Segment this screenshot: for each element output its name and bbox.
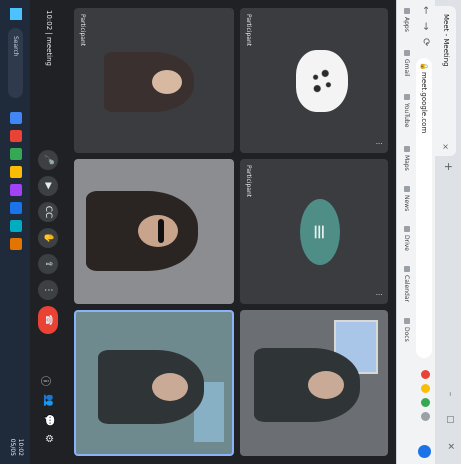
bookmark-item[interactable]: Drive	[403, 226, 410, 251]
bookmark-item[interactable]: Docs	[403, 318, 410, 342]
bookmark-item[interactable]: Calendar	[403, 266, 410, 302]
forward-icon[interactable]: →	[420, 22, 431, 30]
tab-bar: Meet - Meeting × + – ▢ ✕	[435, 0, 461, 464]
address-bar[interactable]: 🔒 meet.google.com	[416, 58, 432, 358]
extension-icon[interactable]	[421, 412, 430, 421]
participant-tile[interactable]: ⋮ Participant	[240, 8, 388, 153]
extension-icon[interactable]	[421, 384, 430, 393]
participant-video	[98, 350, 204, 424]
meeting-info: 10:02 | meeting	[45, 10, 53, 66]
browser-toolbar: ← → ⟳ 🔒 meet.google.com	[413, 0, 435, 464]
bookmark-item[interactable]: Maps	[403, 146, 410, 171]
mic-button[interactable]: 🎤	[38, 150, 58, 170]
people-icon[interactable]: 👥	[43, 394, 54, 406]
hangup-button[interactable]: ☎	[38, 306, 58, 334]
call-controls: 10:02 | meeting 🎤 ▶ CC ✋ ⇪ ⋮ ☎ ⓘ 👥 💬 ⚙	[30, 0, 66, 464]
extension-icon[interactable]	[421, 370, 430, 379]
initials-avatar	[300, 199, 340, 265]
window-controls[interactable]: – ▢ ✕	[445, 392, 455, 458]
chat-icon[interactable]: 💬	[43, 414, 54, 426]
os-taskbar: Search 10:02 05/05	[0, 0, 30, 464]
bookmark-item[interactable]: News	[403, 186, 410, 211]
info-icon[interactable]: ⓘ	[39, 376, 54, 386]
clock-date: 05/05	[9, 438, 16, 456]
present-button[interactable]: ⇪	[38, 254, 58, 274]
activities-icon[interactable]: ⚙	[43, 434, 54, 443]
bookmark-item[interactable]: YouTube	[403, 94, 410, 127]
taskbar-app-icon[interactable]	[10, 184, 22, 196]
participant-video	[86, 191, 198, 271]
active-speaker-tile[interactable]	[74, 310, 234, 456]
profile-avatar[interactable]	[418, 445, 431, 458]
lock-icon: 🔒	[420, 62, 428, 71]
browser-tab[interactable]: Meet - Meeting ×	[435, 6, 456, 156]
taskbar-app-icon[interactable]	[10, 130, 22, 142]
tab-title: Meet - Meeting	[442, 14, 450, 67]
participant-name: Participant	[245, 165, 252, 198]
back-icon[interactable]: ←	[420, 6, 431, 14]
meeting-grid: ⋮ Participant ⋮ Participant Participant	[66, 0, 396, 464]
taskbar-app-icon[interactable]	[10, 202, 22, 214]
bookmarks-bar: Apps Gmail YouTube Maps News Drive Calen…	[396, 0, 413, 464]
clock-time: 10:02	[17, 438, 24, 456]
taskbar-app-icon[interactable]	[10, 166, 22, 178]
rotated-screen: Meet - Meeting × + – ▢ ✕ ← → ⟳ 🔒 meet.go…	[0, 0, 461, 464]
captions-button[interactable]: CC	[38, 202, 58, 222]
brain-avatar	[296, 50, 348, 112]
more-button[interactable]: ⋮	[38, 280, 58, 300]
participant-tile[interactable]: Participant	[74, 8, 234, 153]
participant-name: Participant	[79, 14, 86, 47]
participant-video-tile[interactable]	[74, 159, 234, 304]
reload-icon[interactable]: ⟳	[420, 38, 431, 46]
bookmark-item[interactable]: Apps	[403, 8, 410, 32]
taskbar-app-icon[interactable]	[10, 238, 22, 250]
participant-photo	[104, 52, 194, 112]
taskbar-app-icon[interactable]	[10, 112, 22, 124]
bookmark-item[interactable]: Gmail	[403, 50, 410, 77]
close-icon[interactable]: ×	[435, 143, 456, 150]
extension-icon[interactable]	[421, 398, 430, 407]
participant-video	[254, 348, 360, 422]
url-text: meet.google.com	[420, 72, 428, 134]
raise-hand-button[interactable]: ✋	[38, 228, 58, 248]
camera-button[interactable]: ▶	[38, 176, 58, 196]
system-clock[interactable]: 10:02 05/05	[8, 439, 24, 456]
new-tab-button[interactable]: +	[442, 162, 455, 171]
participant-tile[interactable]: ⋮ Participant	[240, 159, 388, 304]
participant-video-tile[interactable]	[240, 310, 388, 456]
taskbar-app-icon[interactable]	[10, 220, 22, 232]
taskbar-app-icon[interactable]	[10, 148, 22, 160]
taskbar-search[interactable]: Search	[8, 28, 23, 98]
more-options-icon[interactable]: ⋮	[375, 291, 383, 298]
participant-name: Participant	[245, 14, 252, 47]
more-options-icon[interactable]: ⋮	[375, 140, 383, 147]
start-icon[interactable]	[10, 8, 22, 20]
